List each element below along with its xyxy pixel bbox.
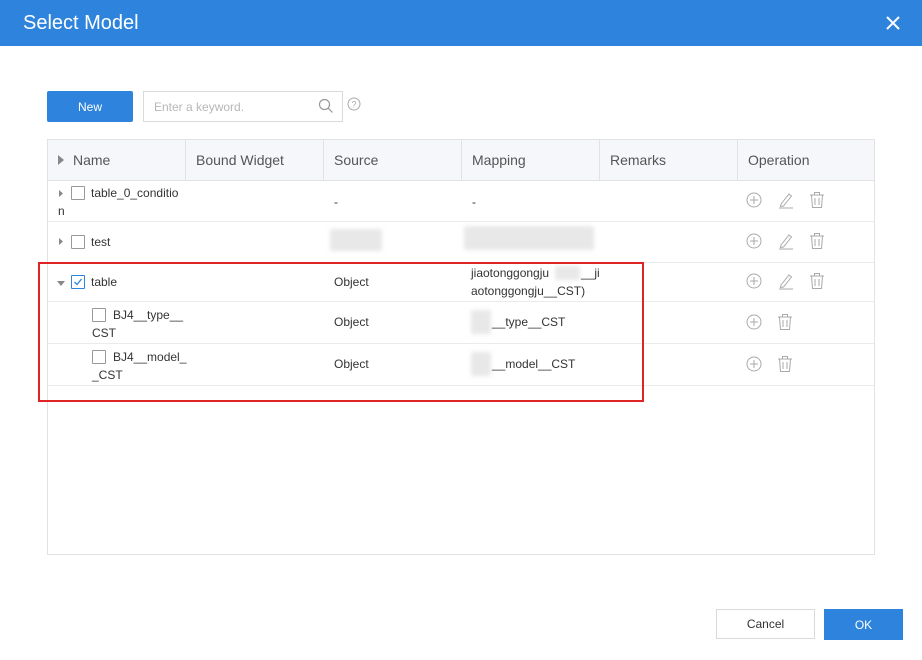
- ok-button[interactable]: OK: [824, 609, 903, 640]
- row-checkbox[interactable]: [71, 235, 85, 249]
- search-icon[interactable]: [318, 98, 334, 114]
- help-icon[interactable]: ?: [347, 97, 361, 111]
- column-header-bound-widget: Bound Widget: [186, 140, 324, 180]
- expand-icon[interactable]: [59, 190, 63, 197]
- cancel-button[interactable]: Cancel: [716, 609, 815, 639]
- add-icon[interactable]: [745, 272, 763, 290]
- edit-icon[interactable]: [777, 272, 795, 290]
- row-name-wrap: n: [58, 204, 65, 218]
- new-button[interactable]: New: [47, 91, 133, 122]
- edit-icon[interactable]: [777, 232, 795, 250]
- svg-text:?: ?: [351, 100, 356, 110]
- highlight-box: [38, 262, 644, 402]
- close-icon[interactable]: [882, 12, 904, 34]
- expand-icon[interactable]: [59, 238, 63, 245]
- table-header: Name Bound Widget Source Mapping Remarks…: [48, 140, 874, 181]
- edit-icon[interactable]: [777, 191, 795, 209]
- dialog-header: Select Model: [0, 0, 922, 46]
- table-row: table_0_conditio n - -: [48, 181, 874, 222]
- row-source: -: [334, 195, 338, 209]
- row-name: table_0_conditio: [91, 186, 179, 200]
- delete-icon[interactable]: [776, 313, 794, 331]
- column-header-mapping: Mapping: [462, 140, 600, 180]
- delete-icon[interactable]: [776, 355, 794, 373]
- add-icon[interactable]: [745, 313, 763, 331]
- delete-icon[interactable]: [808, 232, 826, 250]
- table-row: test: [48, 222, 874, 263]
- column-header-name[interactable]: Name: [48, 140, 186, 180]
- delete-icon[interactable]: [808, 191, 826, 209]
- add-icon[interactable]: [745, 232, 763, 250]
- add-icon[interactable]: [745, 355, 763, 373]
- row-name: test: [91, 235, 111, 249]
- row-checkbox[interactable]: [71, 186, 85, 200]
- redacted-source: [330, 229, 382, 251]
- column-header-source: Source: [324, 140, 462, 180]
- search-box: [143, 91, 343, 122]
- add-icon[interactable]: [745, 191, 763, 209]
- column-header-operation: Operation: [748, 152, 810, 168]
- dialog-title: Select Model: [23, 12, 139, 34]
- delete-icon[interactable]: [808, 272, 826, 290]
- redacted-mapping: [464, 226, 594, 250]
- column-header-remarks: Remarks: [600, 140, 738, 180]
- row-mapping: -: [472, 195, 476, 209]
- search-input[interactable]: [144, 92, 324, 121]
- expand-all-icon[interactable]: [58, 155, 64, 165]
